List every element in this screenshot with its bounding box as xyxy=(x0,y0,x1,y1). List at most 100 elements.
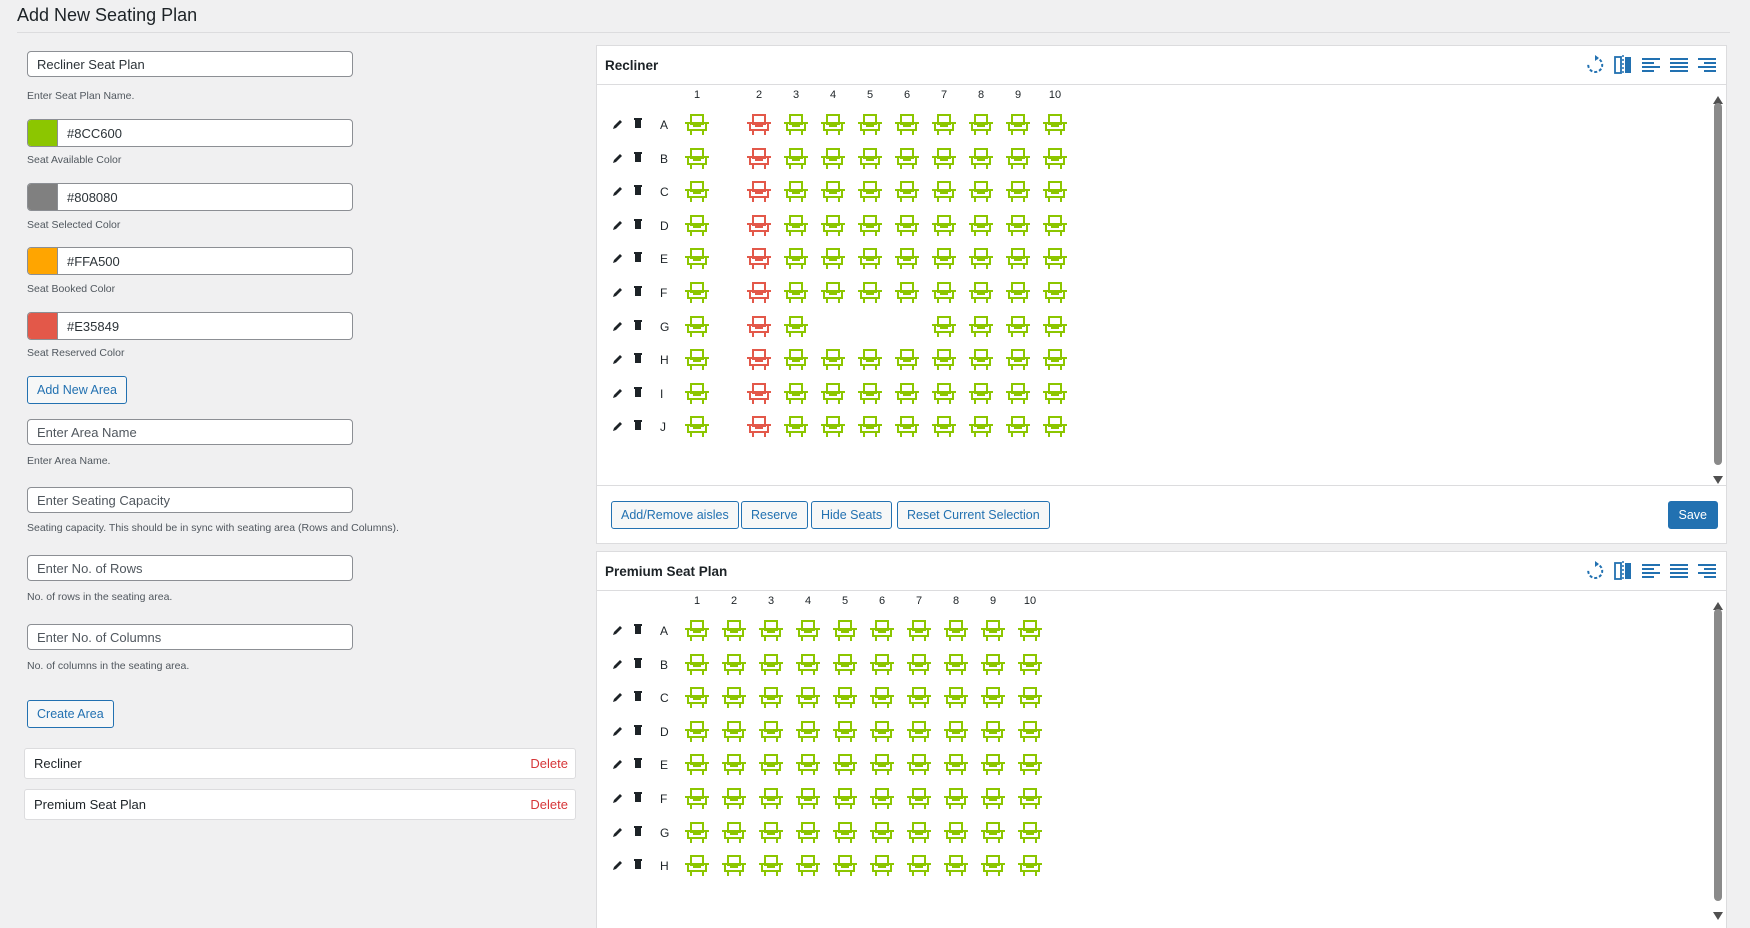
available-seat-icon[interactable] xyxy=(930,245,958,271)
available-seat-icon[interactable] xyxy=(868,819,896,845)
available-seat-icon[interactable] xyxy=(683,145,711,171)
available-seat-icon[interactable] xyxy=(720,852,748,878)
available-seat-icon[interactable] xyxy=(831,751,859,777)
available-seat-icon[interactable] xyxy=(979,785,1007,811)
booked-color-swatch[interactable] xyxy=(28,248,58,274)
available-seat-icon[interactable] xyxy=(794,684,822,710)
available-seat-icon[interactable] xyxy=(819,245,847,271)
available-seat-icon[interactable] xyxy=(1016,651,1044,677)
available-color-swatch[interactable] xyxy=(28,120,58,146)
available-seat-icon[interactable] xyxy=(683,617,711,643)
available-seat-icon[interactable] xyxy=(683,413,711,439)
available-seat-icon[interactable] xyxy=(979,718,1007,744)
available-seat-icon[interactable] xyxy=(905,785,933,811)
available-seat-icon[interactable] xyxy=(720,718,748,744)
pencil-icon[interactable] xyxy=(612,724,624,736)
available-seat-icon[interactable] xyxy=(893,145,921,171)
trash-icon[interactable] xyxy=(632,622,644,634)
available-seat-icon[interactable] xyxy=(930,279,958,305)
flip-icon[interactable] xyxy=(1612,54,1634,76)
available-seat-icon[interactable] xyxy=(979,852,1007,878)
available-seat-icon[interactable] xyxy=(1041,413,1069,439)
trash-icon[interactable] xyxy=(632,385,644,397)
available-seat-icon[interactable] xyxy=(905,852,933,878)
available-seat-icon[interactable] xyxy=(831,819,859,845)
trash-icon[interactable] xyxy=(632,318,644,330)
available-seat-icon[interactable] xyxy=(1004,346,1032,372)
available-seat-icon[interactable] xyxy=(868,617,896,643)
pencil-icon[interactable] xyxy=(612,690,624,703)
available-seat-icon[interactable] xyxy=(868,651,896,677)
available-seat-icon[interactable] xyxy=(905,617,933,643)
available-seat-icon[interactable] xyxy=(1004,178,1032,204)
available-seat-icon[interactable] xyxy=(683,684,711,710)
available-seat-icon[interactable] xyxy=(942,785,970,811)
trash-icon[interactable] xyxy=(632,183,644,196)
scroll-up-icon[interactable] xyxy=(1713,91,1723,104)
delete-area-button[interactable]: Delete xyxy=(530,756,568,771)
pencil-icon[interactable] xyxy=(612,657,624,669)
available-seat-icon[interactable] xyxy=(683,178,711,204)
pencil-icon[interactable] xyxy=(612,623,624,635)
align-left-icon[interactable] xyxy=(1640,560,1662,582)
trash-icon[interactable] xyxy=(632,250,644,263)
seating-capacity-input[interactable] xyxy=(27,487,353,513)
available-seat-icon[interactable] xyxy=(1016,819,1044,845)
vertical-scrollbar[interactable] xyxy=(1714,609,1722,901)
available-seat-icon[interactable] xyxy=(1041,313,1069,339)
align-right-icon[interactable] xyxy=(1696,54,1718,76)
available-seat-icon[interactable] xyxy=(856,145,884,171)
vertical-scrollbar[interactable] xyxy=(1714,103,1722,465)
available-seat-icon[interactable] xyxy=(819,380,847,406)
available-seat-icon[interactable] xyxy=(942,852,970,878)
available-seat-icon[interactable] xyxy=(782,346,810,372)
available-seat-icon[interactable] xyxy=(868,852,896,878)
reset-selection-button[interactable]: Reset Current Selection xyxy=(897,501,1050,529)
available-seat-icon[interactable] xyxy=(782,413,810,439)
available-seat-icon[interactable] xyxy=(794,751,822,777)
reserved-seat-icon[interactable] xyxy=(745,313,773,339)
available-seat-icon[interactable] xyxy=(967,245,995,271)
align-center-icon[interactable] xyxy=(1668,560,1690,582)
available-seat-icon[interactable] xyxy=(967,380,995,406)
available-seat-icon[interactable] xyxy=(683,852,711,878)
trash-icon[interactable] xyxy=(632,723,644,735)
available-seat-icon[interactable] xyxy=(930,380,958,406)
available-seat-icon[interactable] xyxy=(930,145,958,171)
available-seat-icon[interactable] xyxy=(720,684,748,710)
available-seat-icon[interactable] xyxy=(967,212,995,238)
available-seat-icon[interactable] xyxy=(683,380,711,406)
pencil-icon[interactable] xyxy=(612,386,624,398)
available-seat-icon[interactable] xyxy=(794,852,822,878)
available-seat-icon[interactable] xyxy=(905,684,933,710)
trash-icon[interactable] xyxy=(632,217,644,229)
available-seat-icon[interactable] xyxy=(794,718,822,744)
available-seat-icon[interactable] xyxy=(1016,785,1044,811)
pencil-icon[interactable] xyxy=(612,184,624,197)
available-seat-icon[interactable] xyxy=(868,718,896,744)
pencil-icon[interactable] xyxy=(612,285,624,297)
add-new-area-button[interactable]: Add New Area xyxy=(27,376,127,404)
delete-area-button[interactable]: Delete xyxy=(530,797,568,812)
available-seat-icon[interactable] xyxy=(905,651,933,677)
reserved-seat-icon[interactable] xyxy=(745,380,773,406)
available-seat-icon[interactable] xyxy=(1004,111,1032,137)
reserved-seat-icon[interactable] xyxy=(745,145,773,171)
available-seat-icon[interactable] xyxy=(1041,111,1069,137)
reserved-color-field[interactable]: #E35849 xyxy=(27,312,353,340)
available-seat-icon[interactable] xyxy=(1041,279,1069,305)
available-seat-icon[interactable] xyxy=(967,111,995,137)
trash-icon[interactable] xyxy=(632,790,644,802)
available-seat-icon[interactable] xyxy=(1016,684,1044,710)
available-seat-icon[interactable] xyxy=(720,751,748,777)
available-seat-icon[interactable] xyxy=(782,245,810,271)
available-seat-icon[interactable] xyxy=(1004,145,1032,171)
pencil-icon[interactable] xyxy=(612,151,624,163)
available-seat-icon[interactable] xyxy=(794,651,822,677)
rotate-icon[interactable] xyxy=(1584,560,1606,582)
available-seat-icon[interactable] xyxy=(1004,212,1032,238)
available-seat-icon[interactable] xyxy=(782,178,810,204)
trash-icon[interactable] xyxy=(632,689,644,702)
available-seat-icon[interactable] xyxy=(1016,852,1044,878)
available-seat-icon[interactable] xyxy=(893,346,921,372)
